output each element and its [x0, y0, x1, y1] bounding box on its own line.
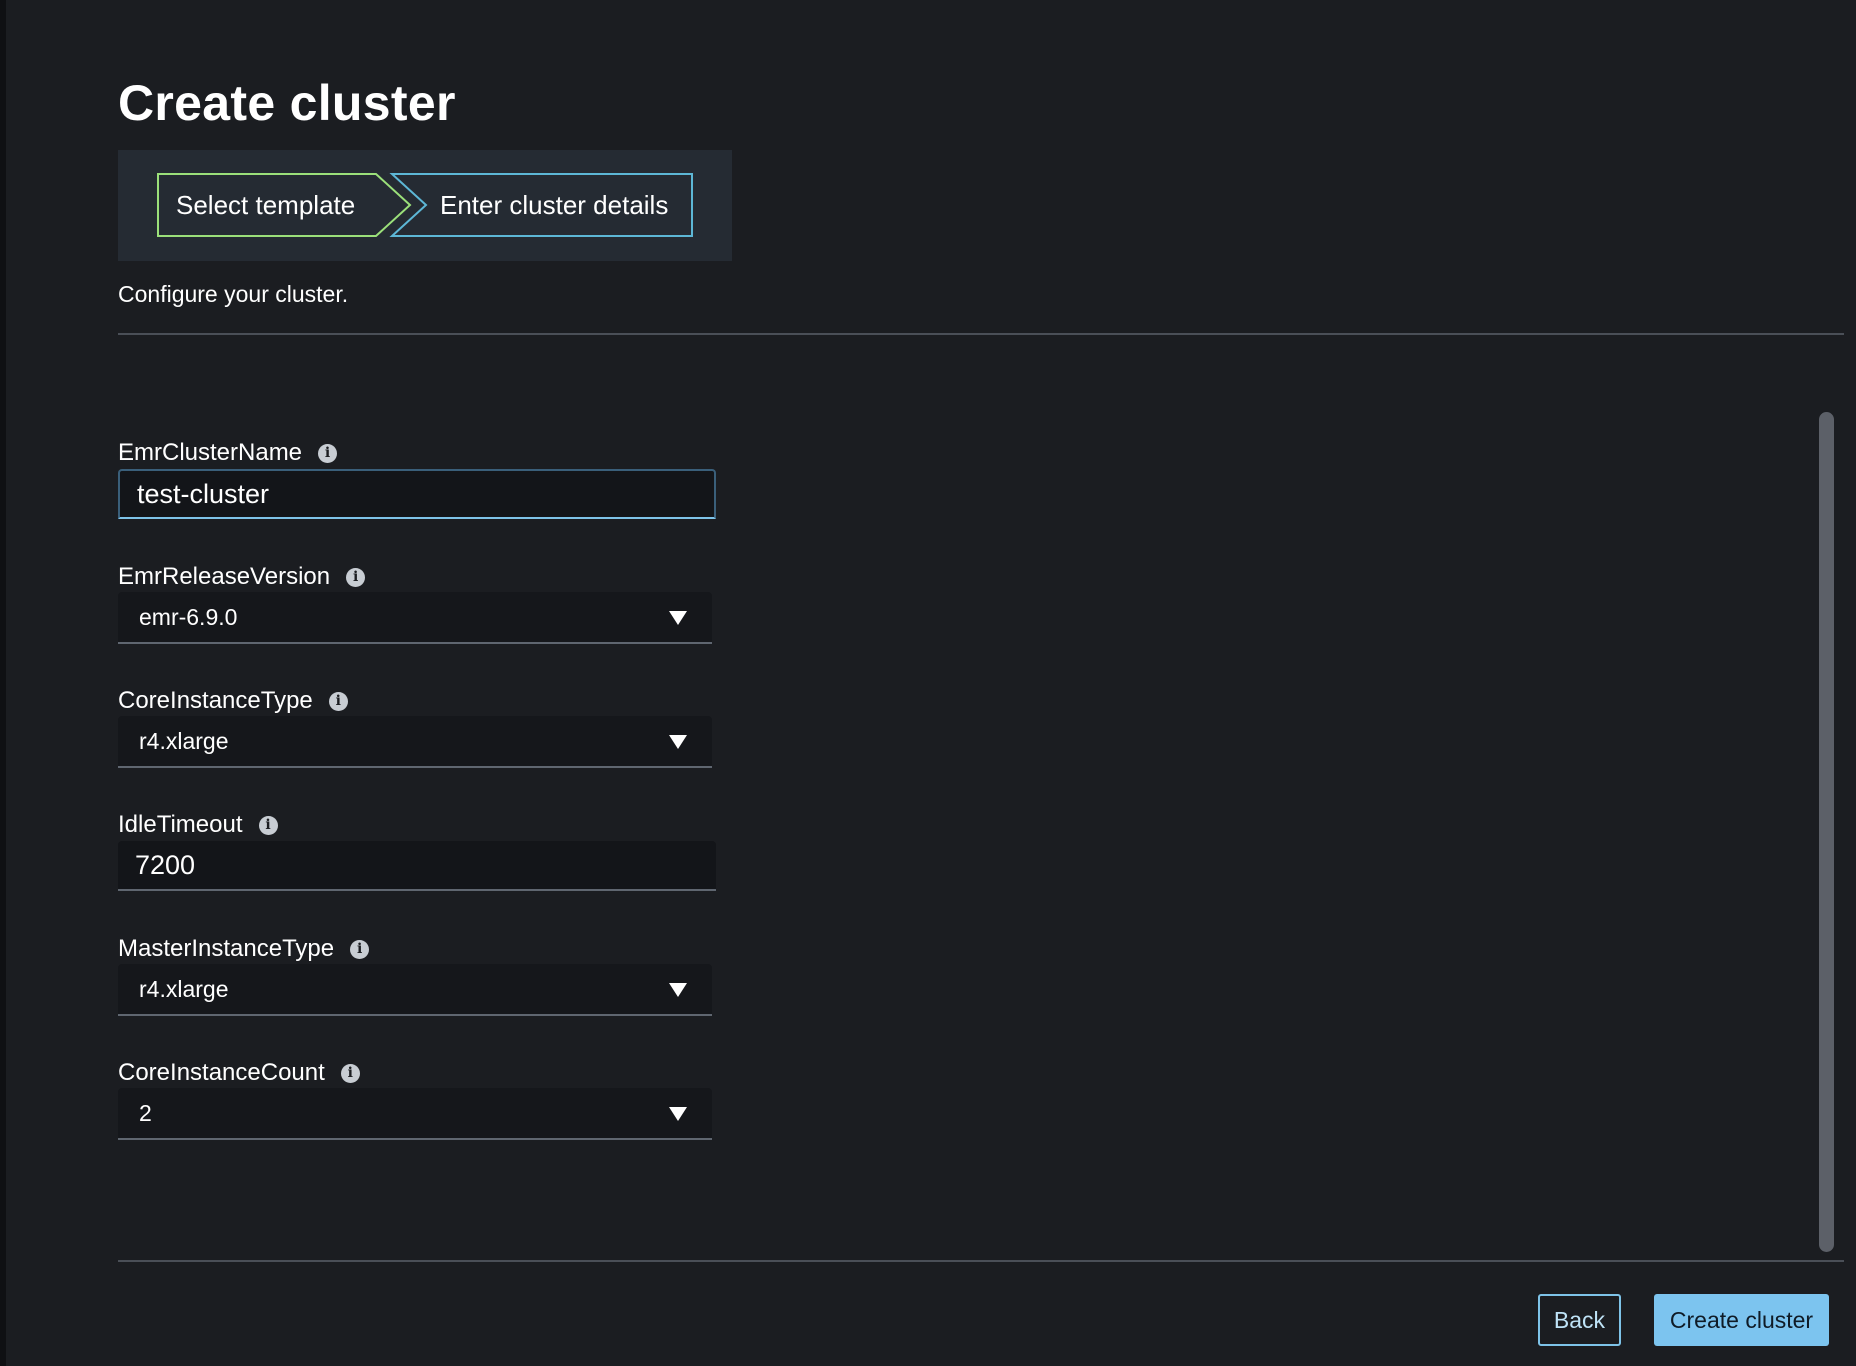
field-label-master-instance-type: MasterInstanceType i	[118, 935, 370, 963]
info-icon[interactable]: i	[346, 567, 366, 587]
info-icon[interactable]: i	[318, 443, 338, 463]
field-label-core-instance-count: CoreInstanceCount i	[118, 1059, 360, 1087]
field-label-emr-release-version: EmrReleaseVersion i	[118, 563, 366, 591]
field-label-text: EmrClusterName	[118, 439, 303, 466]
step-enter-cluster-details[interactable]: Enter cluster details	[440, 190, 668, 221]
emr-cluster-name-input[interactable]	[118, 469, 716, 519]
select-value: r4.xlarge	[139, 728, 229, 754]
field-label-idle-timeout: IdleTimeout i	[118, 811, 278, 839]
footer-divider	[118, 1260, 1844, 1262]
field-label-text: CoreInstanceType	[118, 687, 313, 714]
field-label-text: MasterInstanceType	[118, 935, 335, 962]
emr-release-version-select[interactable]: emr-6.9.0	[118, 592, 712, 644]
back-button[interactable]: Back	[1538, 1294, 1621, 1346]
chevron-down-icon	[669, 611, 687, 625]
chevron-down-icon	[669, 1107, 687, 1121]
field-label-text: EmrReleaseVersion	[118, 563, 331, 590]
create-cluster-button[interactable]: Create cluster	[1654, 1294, 1829, 1346]
select-value: r4.xlarge	[139, 976, 229, 1002]
core-instance-type-select[interactable]: r4.xlarge	[118, 716, 712, 768]
info-icon[interactable]: i	[340, 1063, 360, 1083]
info-icon[interactable]: i	[328, 691, 348, 711]
window-edge	[0, 0, 6, 1366]
select-value: emr-6.9.0	[139, 604, 238, 630]
page-title: Create cluster	[118, 75, 456, 131]
core-instance-count-select[interactable]: 2	[118, 1088, 712, 1140]
info-icon[interactable]: i	[258, 815, 278, 835]
field-label-text: CoreInstanceCount	[118, 1059, 325, 1086]
page-subtitle: Configure your cluster.	[118, 281, 349, 307]
field-label-text: IdleTimeout	[118, 811, 243, 838]
scrollbar-thumb[interactable]	[1819, 412, 1834, 1252]
select-value: 2	[139, 1100, 152, 1126]
chevron-down-icon	[669, 983, 687, 997]
idle-timeout-input[interactable]	[118, 841, 716, 891]
wizard-stepper: Select template Enter cluster details	[118, 150, 732, 261]
info-icon[interactable]: i	[350, 939, 370, 959]
chevron-down-icon	[669, 735, 687, 749]
field-label-emr-cluster-name: EmrClusterName i	[118, 439, 338, 467]
field-label-core-instance-type: CoreInstanceType i	[118, 687, 348, 715]
master-instance-type-select[interactable]: r4.xlarge	[118, 964, 712, 1016]
step-select-template[interactable]: Select template	[176, 190, 355, 221]
create-cluster-page: Create cluster Select template Enter clu…	[118, 0, 1844, 1366]
header-divider	[118, 333, 1844, 335]
